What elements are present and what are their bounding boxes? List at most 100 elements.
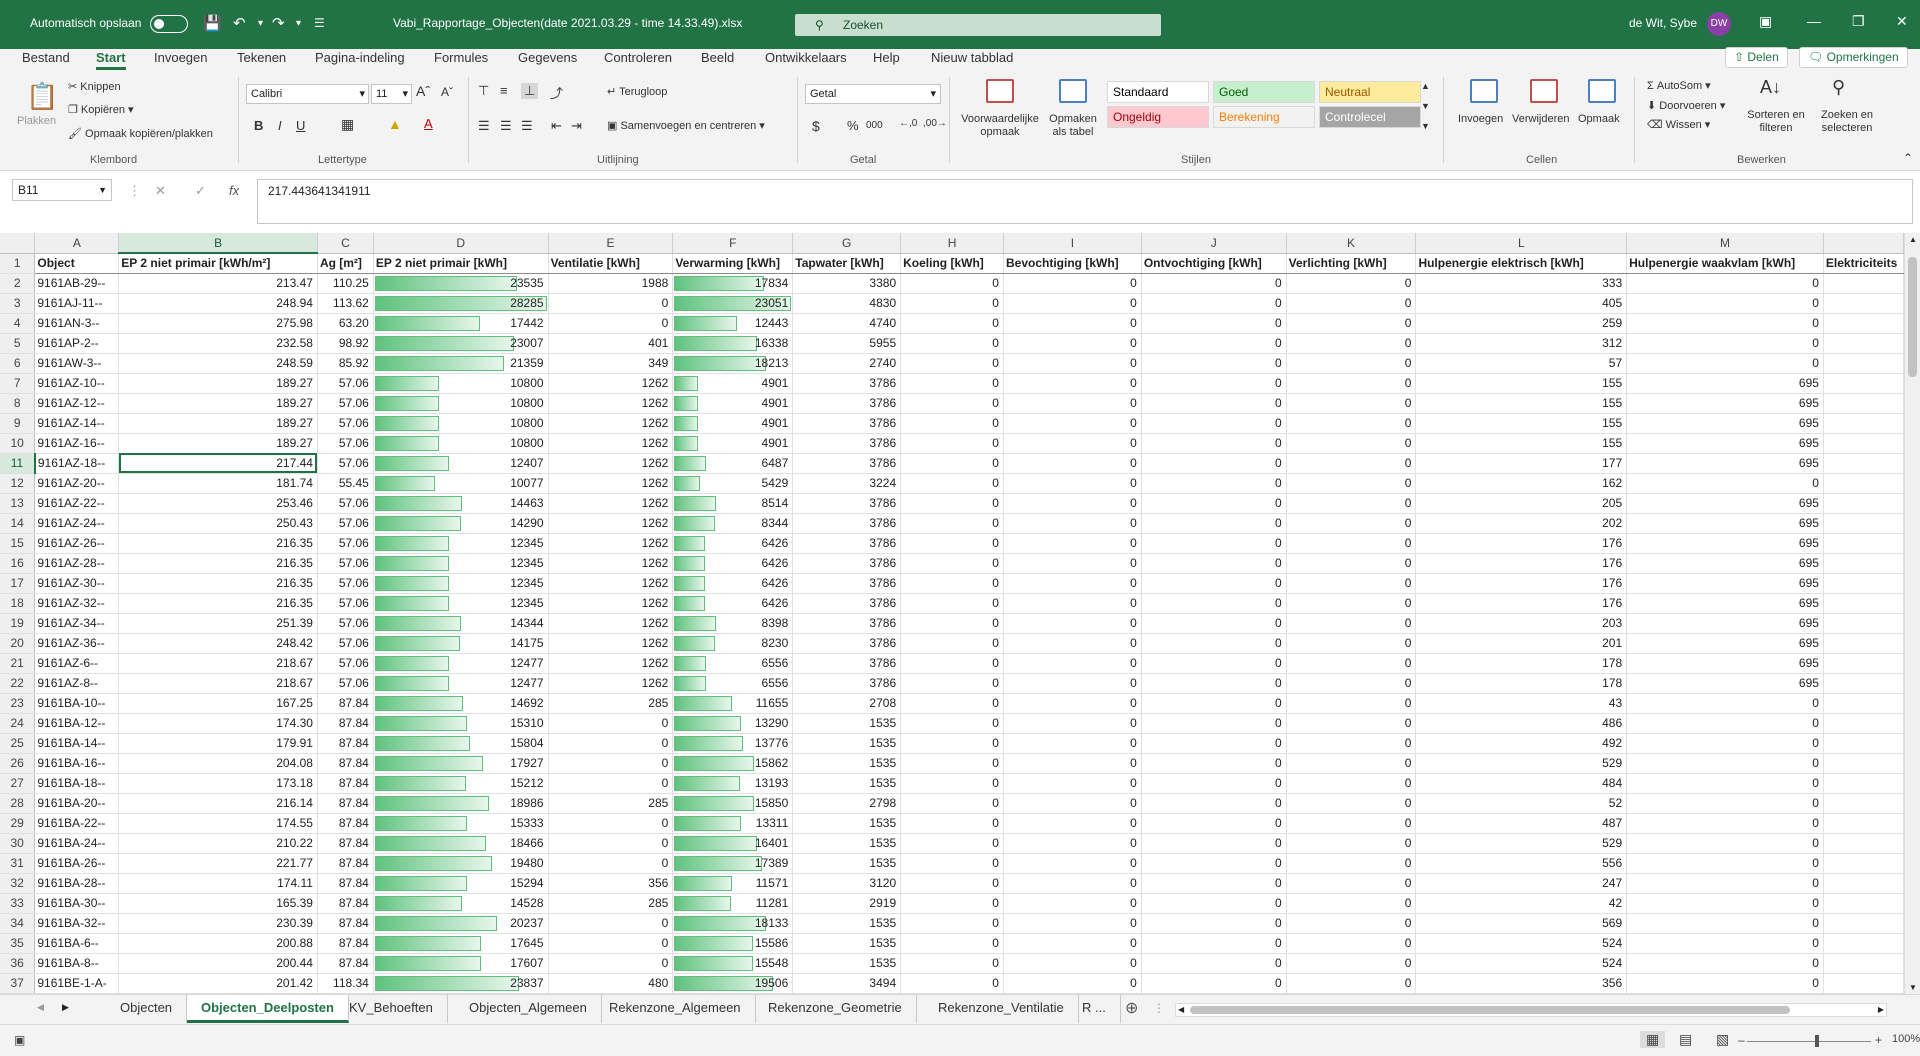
cell[interactable]: 204.08 [118,753,318,774]
format-cells-button[interactable]: Opmaak [1578,113,1620,125]
cell[interactable]: 10800 [373,393,549,414]
cell[interactable]: 695 [1626,593,1824,614]
column-header[interactable]: G [792,233,902,254]
cell[interactable]: 3786 [792,653,902,674]
cell[interactable]: 0 [548,913,674,934]
cell[interactable]: 14344 [373,613,549,634]
cell[interactable]: 695 [1626,513,1824,534]
formula-options-icon[interactable]: ⋮ [128,183,141,199]
cell[interactable]: 17389 [672,853,794,874]
vertical-scrollbar[interactable]: ▲ ▼ [1904,233,1920,994]
cell[interactable]: 0 [1286,513,1417,534]
cell[interactable]: 0 [1626,293,1824,314]
cell[interactable]: 179.91 [118,733,318,754]
cell[interactable]: 87.84 [317,953,374,974]
cell[interactable]: 6426 [672,573,794,594]
align-middle-icon[interactable]: ≡ [500,83,508,98]
cell[interactable]: 0 [1141,693,1287,714]
sheet-tab[interactable]: R ... [1068,995,1121,1023]
cell[interactable]: 0 [1626,913,1824,934]
cell[interactable]: 0 [900,813,1004,834]
header-cell[interactable]: Bevochtiging [kWh] [1003,253,1142,274]
cell[interactable]: 556 [1415,853,1628,874]
row-header[interactable]: 15 [0,533,36,554]
header-cell[interactable]: Koeling [kWh] [900,253,1004,274]
cell[interactable]: 189.27 [118,393,318,414]
cell[interactable]: 695 [1626,413,1824,434]
save-icon[interactable]: 💾 [203,14,222,32]
cell[interactable]: 0 [1626,793,1824,814]
cell[interactable]: 695 [1626,653,1824,674]
cell[interactable]: 0 [900,293,1004,314]
cell[interactable] [1823,313,1904,334]
sheet-tab[interactable]: Objecten_Algemeen [455,995,602,1023]
cell[interactable]: 0 [1003,573,1142,594]
cell[interactable]: 19506 [672,973,794,994]
cell[interactable]: 216.35 [118,553,318,574]
cell[interactable]: 15548 [672,953,794,974]
clear-button[interactable]: ⌫ Wissen ▾ [1647,118,1710,131]
cell[interactable]: 0 [1626,693,1824,714]
cell[interactable]: 0 [1141,833,1287,854]
cell[interactable]: 9161AZ-30-- [34,573,120,594]
align-center-icon[interactable]: ☰ [500,118,512,134]
cell[interactable]: 0 [1003,913,1142,934]
cell[interactable]: 14463 [373,493,549,514]
format-painter-button[interactable]: 🖌 Opmaak kopiëren/plakken [68,127,213,140]
cell[interactable]: 5429 [672,473,794,494]
cell[interactable]: 529 [1415,753,1628,774]
cell[interactable]: 0 [900,873,1004,894]
cell[interactable]: 0 [1141,913,1287,934]
font-color-icon[interactable]: A [424,116,433,131]
cell[interactable]: 0 [1286,433,1417,454]
cell[interactable]: 0 [1626,853,1824,874]
font-size-select[interactable]: 11 ▾ [371,84,412,104]
cell[interactable]: 216.14 [118,793,318,814]
cell[interactable]: 162 [1415,473,1628,494]
cell[interactable] [1823,293,1904,314]
cell[interactable]: 0 [900,773,1004,794]
cell[interactable]: 2708 [792,693,902,714]
merge-center-button[interactable]: ▣ Samenvoegen en centreren ▾ [607,119,765,132]
cell[interactable]: 695 [1626,533,1824,554]
cell[interactable]: 0 [1286,973,1417,994]
cell[interactable]: 6487 [672,453,794,474]
tab-bestand[interactable]: Bestand [22,49,70,67]
cell[interactable]: 178 [1415,653,1628,674]
tab-ontwikkelaars[interactable]: Ontwikkelaars [765,49,847,67]
cell[interactable]: 230.39 [118,913,318,934]
cell[interactable]: 0 [900,693,1004,714]
row-header[interactable]: 27 [0,773,36,794]
cell[interactable]: 0 [1003,333,1142,354]
cell-style-neutraal[interactable]: Neutraal [1319,81,1421,103]
header-cell[interactable]: Ontvochtiging [kWh] [1141,253,1287,274]
italic-icon[interactable]: I [278,118,282,133]
cell[interactable] [1823,853,1904,874]
cell[interactable]: 0 [1141,793,1287,814]
tab-controleren[interactable]: Controleren [604,49,672,67]
fill-button[interactable]: ⬇ Doorvoeren ▾ [1647,99,1725,112]
cell[interactable]: 3786 [792,433,902,454]
cell[interactable]: 0 [1286,913,1417,934]
cell[interactable]: 85.92 [317,353,374,374]
row-header[interactable]: 30 [0,833,36,854]
row-header[interactable]: 9 [0,413,36,434]
cell[interactable]: 0 [548,733,674,754]
cell[interactable]: 176 [1415,573,1628,594]
cell[interactable]: 9161AZ-6-- [34,653,120,674]
cell[interactable]: 3786 [792,673,902,694]
insert-cells-button[interactable]: Invoegen [1458,113,1503,125]
sheet-tab[interactable]: KV_Behoeften [335,995,448,1023]
cell[interactable]: 4901 [672,373,794,394]
cell[interactable]: 0 [1286,873,1417,894]
cell[interactable]: 57.06 [317,373,374,394]
cell[interactable]: 5955 [792,333,902,354]
cell[interactable]: 2798 [792,793,902,814]
cell[interactable]: 55.45 [317,473,374,494]
cell[interactable]: 0 [1141,733,1287,754]
cell[interactable]: 405 [1415,293,1628,314]
cell[interactable]: 0 [900,353,1004,374]
cell[interactable]: 9161AZ-18-- [34,453,120,474]
cell[interactable] [1823,493,1904,514]
cell[interactable]: 0 [1141,313,1287,334]
